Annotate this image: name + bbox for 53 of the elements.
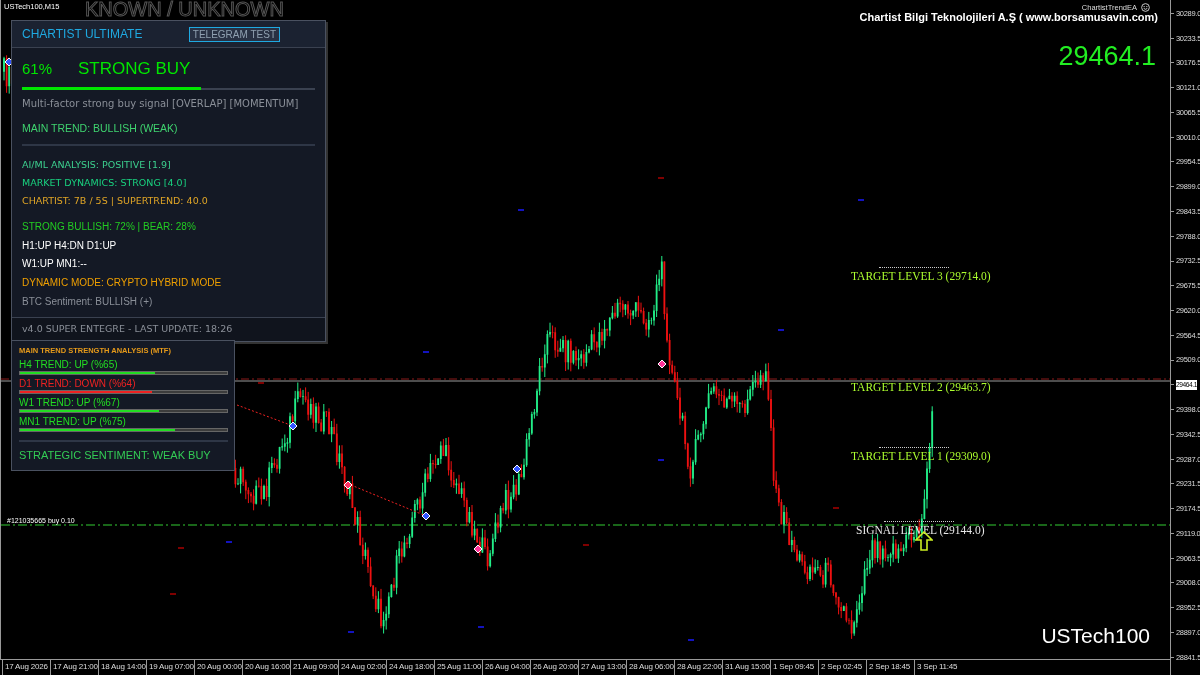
signal-percent: 61% [22, 59, 53, 79]
time-label: 19 Aug 07:00 [146, 660, 194, 675]
time-label: 2 Sep 02:45 [818, 660, 866, 675]
level-label: TARGET LEVEL 2 (29463.7) [851, 380, 991, 396]
trade-marker-icon [421, 511, 431, 521]
time-label: 31 Aug 15:00 [722, 660, 770, 675]
trade-marker-icon [343, 480, 353, 490]
time-label: 1 Sep 09:45 [770, 660, 818, 675]
main-trend-text: MAIN TREND: BULLISH (WEAK) [22, 120, 179, 136]
trade-marker-icon [657, 359, 667, 369]
time-label: 25 Aug 11:00 [434, 660, 482, 675]
analysis-line: AI/ML ANALYSIS: POSITIVE [1.9] [22, 158, 172, 173]
trend-label: W1 TREND: UP (%67) [19, 397, 121, 410]
telegram-test-button[interactable]: TELEGRAM TEST [188, 26, 280, 42]
time-label: 3 Sep 11:45 [914, 660, 962, 675]
trade-marker-icon [288, 421, 298, 431]
time-label: 17 Aug 21:00 [50, 660, 98, 675]
time-label: 26 Aug 04:00 [482, 660, 530, 675]
signal-description: Multi-factor strong buy signal [OVERLAP] [MOMENTUM] [22, 96, 300, 111]
time-label: 2 Sep 18:45 [866, 660, 914, 675]
company-name: Chartist Bilgi Teknolojileri A.Ş ( www.borsamusavin.com) [859, 10, 1158, 25]
trade-marker-icon [512, 464, 522, 474]
time-label: 28 Aug 06:00 [626, 660, 674, 675]
panel-footer: v4.0 SUPER ENTEGRE - LAST UPDATE: 18:26 [12, 317, 325, 342]
time-label: 27 Aug 13:00 [578, 660, 626, 675]
time-label: 20 Aug 00:00 [194, 660, 242, 675]
time-label: 20 Aug 16:00 [242, 660, 290, 675]
trend-label: H4 TREND: UP (%65) [19, 359, 119, 372]
time-label: 28 Aug 22:00 [674, 660, 722, 675]
sentiment-text: STRATEGIC SENTIMENT: WEAK BUY [19, 448, 212, 464]
trend-label: D1 TREND: DOWN (%64) [19, 378, 137, 391]
trade-marker-icon [473, 544, 483, 554]
time-label: 26 Aug 20:00 [530, 660, 578, 675]
analysis-line: CHARTIST: 7B / 5S | SUPERTREND: 40.0 [22, 194, 209, 209]
background-label: KNOWN / UNKNOWN [85, 0, 284, 20]
time-label: 24 Aug 02:00 [338, 660, 386, 675]
time-label: 17 Aug 2026 [2, 660, 50, 675]
status-line: W1:UP MN1:-- [22, 257, 88, 272]
status-line: STRONG BULLISH: 72% | BEAR: 28% [22, 220, 197, 235]
symbol-label: USTech100 [1041, 623, 1150, 649]
time-label: 24 Aug 18:00 [386, 660, 434, 675]
smiley-icon[interactable] [1141, 3, 1150, 13]
time-label: 21 Aug 09:00 [290, 660, 338, 675]
current-price: 29464.1 [1058, 40, 1156, 73]
trend-label: MN1 TREND: UP (%75) [19, 416, 127, 429]
analysis-line: MARKET DYNAMICS: STRONG [4.0] [22, 176, 188, 191]
status-line: H1:UP H4:DN D1:UP [22, 238, 118, 253]
signal-label: STRONG BUY [78, 58, 191, 80]
level-label: TARGET LEVEL 3 (29714.0) [851, 269, 991, 285]
time-label: 18 Aug 14:00 [98, 660, 146, 675]
panel-title: CHARTIST ULTIMATE [22, 26, 143, 43]
status-line: DYNAMIC MODE: CRYPTO HYBRID MODE [22, 276, 223, 291]
status-line: BTC Sentiment: BULLISH (+) [22, 294, 154, 309]
